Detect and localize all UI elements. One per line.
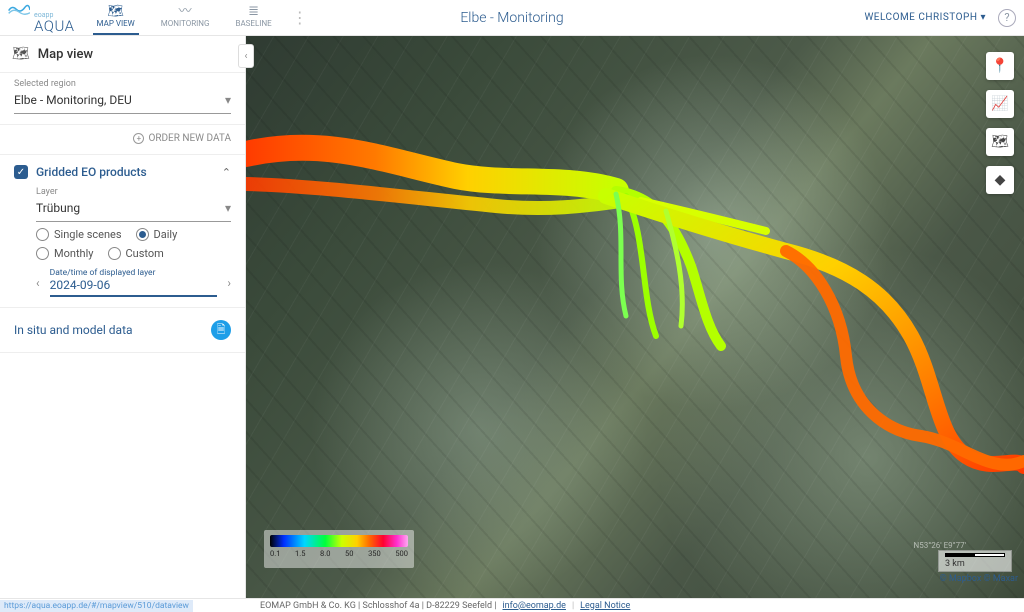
- chart-tool-button[interactable]: 📈: [986, 90, 1014, 118]
- radio-icon: [36, 228, 49, 241]
- nav-tabs: 🗺 MAP VIEW 〰 MONITORING ≣ BASELINE: [93, 0, 276, 35]
- temporal-radio-group: Single scenes Daily Monthly Custom: [36, 228, 231, 260]
- sidebar-collapse-button[interactable]: ‹: [238, 44, 254, 68]
- checkbox-checked-icon[interactable]: ✓: [14, 165, 28, 179]
- footer-company: EOMAP GmbH & Co. KG | Schlosshof 4a | D-…: [260, 601, 496, 611]
- map-icon: 🗺: [12, 46, 30, 62]
- layer-select[interactable]: Trübung ▾: [36, 197, 231, 222]
- map-icon: 🗺: [107, 5, 124, 18]
- monitoring-icon: 〰: [179, 5, 192, 18]
- region-label: Selected region: [14, 79, 231, 89]
- river-overlay: [246, 36, 1024, 598]
- tab-mapview[interactable]: 🗺 MAP VIEW: [93, 0, 139, 35]
- color-legend: 0.1 1.5 8.0 50 350 500: [264, 530, 414, 568]
- footer-legal-link[interactable]: Legal Notice: [580, 601, 630, 611]
- map-canvas[interactable]: 📍 📈 🗺 ◆ N53°26' E9°77' 0.1 1.5 8.0 50 35…: [246, 36, 1024, 598]
- user-menu[interactable]: WELCOME CHRISTOPH ▾: [864, 12, 986, 23]
- brand-name: AQUA: [34, 19, 75, 34]
- radio-custom[interactable]: Custom: [108, 247, 164, 260]
- sidebar-title: Map view: [38, 47, 93, 62]
- gridded-eo-panel: ✓ Gridded EO products ⌃ Layer Trübung ▾ …: [0, 155, 245, 308]
- order-new-label: ORDER NEW DATA: [148, 133, 231, 144]
- baseline-icon: ≣: [248, 5, 259, 18]
- gridded-eo-toggle[interactable]: ✓ Gridded EO products ⌃: [14, 165, 231, 179]
- radio-label: Daily: [154, 228, 178, 241]
- legend-tick: 8.0: [320, 549, 330, 558]
- document-icon: 🗎: [211, 320, 231, 340]
- radio-icon: [36, 247, 49, 260]
- chevron-down-icon: ▾: [980, 12, 986, 23]
- date-label: Date/time of displayed layer: [50, 268, 218, 278]
- radio-label: Custom: [126, 247, 164, 260]
- radio-label: Monthly: [54, 247, 94, 260]
- radio-single-scenes[interactable]: Single scenes: [36, 228, 122, 241]
- order-new-data-button[interactable]: + ORDER NEW DATA: [0, 125, 245, 155]
- gridded-title: Gridded EO products: [36, 165, 214, 179]
- region-select[interactable]: Elbe - Monitoring, DEU ▾: [14, 89, 231, 114]
- plus-icon: +: [133, 133, 144, 144]
- chevron-down-icon: ▾: [225, 93, 231, 107]
- chevron-down-icon: ▾: [225, 201, 231, 215]
- region-section: Selected region Elbe - Monitoring, DEU ▾: [0, 73, 245, 125]
- tab-label: BASELINE: [235, 19, 271, 28]
- scale-label: 3 km: [945, 559, 965, 569]
- layers-button[interactable]: ◆: [986, 166, 1014, 194]
- scale-bar: 3 km: [938, 550, 1012, 572]
- map-controls: 📍 📈 🗺 ◆: [986, 52, 1014, 194]
- radio-label: Single scenes: [54, 228, 122, 241]
- radio-checked-icon: [136, 228, 149, 241]
- tab-label: MONITORING: [161, 19, 210, 28]
- legend-gradient: [270, 535, 408, 547]
- radio-monthly[interactable]: Monthly: [36, 247, 94, 260]
- tab-monitoring[interactable]: 〰 MONITORING: [157, 0, 214, 35]
- tab-label: MAP VIEW: [97, 19, 135, 28]
- radio-daily[interactable]: Daily: [136, 228, 178, 241]
- sidebar-heading: 🗺 Map view: [0, 36, 245, 73]
- date-value: 2024-09-06: [50, 278, 218, 297]
- sidebar: 🗺 Map view Selected region Elbe - Monito…: [0, 36, 246, 598]
- legend-tick: 1.5: [295, 549, 305, 558]
- legend-tick: 0.1: [270, 549, 280, 558]
- date-field[interactable]: Date/time of displayed layer 2024-09-06: [50, 268, 218, 297]
- legend-tick: 500: [395, 549, 408, 558]
- date-next-button[interactable]: ›: [227, 276, 231, 290]
- date-prev-button[interactable]: ‹: [36, 276, 40, 290]
- insitu-title: In situ and model data: [14, 323, 133, 337]
- legend-tick: 50: [345, 549, 353, 558]
- layer-value: Trübung: [36, 201, 80, 215]
- basemap-button[interactable]: 🗺: [986, 128, 1014, 156]
- welcome-text: WELCOME CHRISTOPH: [864, 12, 977, 23]
- pin-tool-button[interactable]: 📍: [986, 52, 1014, 80]
- region-value: Elbe - Monitoring, DEU: [14, 93, 132, 107]
- coord-readout: N53°26' E9°77': [914, 541, 966, 550]
- wave-icon: [8, 1, 30, 17]
- help-button[interactable]: ?: [998, 9, 1016, 27]
- footer-email-link[interactable]: info@eomap.de: [502, 601, 565, 611]
- status-url: https://aqua.eoapp.de/#/mapview/510/data…: [0, 600, 193, 612]
- top-bar: eoapp AQUA 🗺 MAP VIEW 〰 MONITORING ≣ BAS…: [0, 0, 1024, 36]
- layer-label: Layer: [36, 187, 231, 197]
- legend-tick: 350: [368, 549, 381, 558]
- map-attribution: © Mapbox © Maxar: [940, 574, 1018, 584]
- more-menu-button[interactable]: ⋮: [292, 8, 308, 27]
- radio-icon: [108, 247, 121, 260]
- tab-baseline[interactable]: ≣ BASELINE: [231, 0, 275, 35]
- insitu-panel-toggle[interactable]: In situ and model data 🗎: [0, 308, 245, 353]
- chevron-up-icon: ⌃: [222, 166, 231, 179]
- page-title: Elbe - Monitoring: [460, 10, 563, 26]
- brand-logo[interactable]: eoapp AQUA: [8, 1, 75, 34]
